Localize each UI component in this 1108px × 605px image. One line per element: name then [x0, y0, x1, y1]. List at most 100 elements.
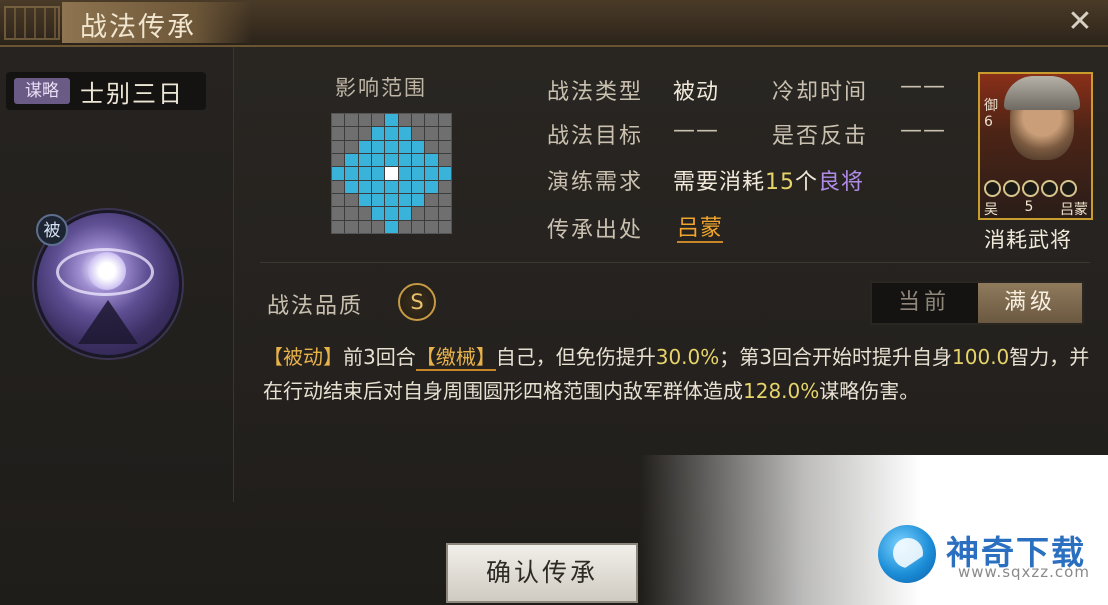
range-cell — [425, 220, 438, 233]
desc-part1: 前3回合 — [343, 345, 416, 369]
type-label: 战法类型 — [547, 80, 644, 105]
range-cell-affected — [358, 153, 371, 167]
desc-status-link[interactable]: 【缴械】 — [415, 345, 496, 371]
consume-hero-label: 消耗武将 — [984, 228, 1072, 252]
window-title: 战法传承 — [80, 12, 196, 43]
drill-grade: 良将 — [818, 170, 865, 195]
type-value: 被动 — [673, 80, 720, 105]
range-cell — [332, 140, 345, 153]
desc-tag: 【被动】 — [263, 345, 343, 369]
range-cell-affected — [358, 167, 371, 180]
range-cell — [411, 220, 425, 233]
cooldown-value: —— — [900, 74, 946, 99]
tab-max-level[interactable]: 满级 — [978, 283, 1082, 323]
range-cell-affected — [385, 153, 398, 167]
title-ornament — [4, 6, 60, 40]
range-cell — [358, 220, 371, 233]
range-cell-affected — [411, 180, 425, 193]
hero-name: 吕蒙 — [1059, 202, 1088, 218]
range-cell-affected — [411, 153, 425, 167]
range-cell-affected — [411, 140, 425, 153]
range-cell — [371, 220, 385, 233]
range-cell-affected — [371, 153, 385, 167]
range-cell-affected — [358, 140, 371, 153]
passive-badge: 被 — [36, 214, 68, 246]
range-cell-affected — [385, 207, 398, 220]
range-cell — [332, 193, 345, 207]
tab-current[interactable]: 当前 — [872, 283, 976, 323]
range-cell — [332, 180, 345, 193]
quality-label: 战法品质 — [267, 294, 364, 319]
range-cell-affected — [371, 207, 385, 220]
range-cell-affected — [411, 167, 425, 180]
skill-type-badge: 谋略 — [14, 78, 70, 104]
desc-part5: 谋略伤害。 — [819, 379, 920, 403]
desc-value1: 30.0% — [655, 345, 720, 369]
counter-value: —— — [900, 118, 946, 143]
hero-faction: 吴 — [984, 202, 998, 218]
hero-cost: 5 — [1024, 199, 1034, 215]
star-icon — [1060, 180, 1077, 197]
divider — [260, 262, 1090, 263]
range-cell — [438, 220, 451, 233]
star-icon — [984, 180, 1001, 197]
confirm-inherit-button[interactable]: 确认传承 — [446, 543, 638, 603]
range-cell — [345, 140, 358, 153]
range-cell-affected — [398, 140, 411, 153]
range-cell-affected — [371, 140, 385, 153]
range-cell-affected — [385, 127, 398, 140]
skill-description: 【被动】前3回合【缴械】自己，但免伤提升30.0%；第3回合开始时提升自身100… — [263, 340, 1103, 408]
source-hero-link[interactable]: 吕蒙 — [677, 216, 724, 243]
star-icon — [1041, 180, 1058, 197]
range-cell-affected — [425, 167, 438, 180]
range-cell — [345, 193, 358, 207]
range-cell — [332, 127, 345, 140]
hero-info: 吴 5 吕蒙 — [984, 199, 1088, 219]
range-cell — [332, 114, 345, 127]
range-cell — [332, 220, 345, 233]
range-cell — [425, 193, 438, 207]
star-icon — [1022, 180, 1039, 197]
range-cell — [438, 127, 451, 140]
range-cell-affected — [345, 180, 358, 193]
source-link[interactable]: 吕蒙 — [677, 210, 724, 243]
range-cell — [358, 114, 371, 127]
desc-part2: 自己，但免伤提升 — [495, 345, 656, 369]
drill-unit: 个 — [795, 170, 819, 195]
range-cell-affected — [398, 167, 411, 180]
range-cell — [425, 140, 438, 153]
range-cell-affected — [345, 167, 358, 180]
range-cell-affected — [398, 193, 411, 207]
cooldown-label: 冷却时间 — [772, 80, 869, 105]
range-cell-affected — [398, 153, 411, 167]
range-cell-affected — [358, 180, 371, 193]
range-cell-affected — [398, 180, 411, 193]
range-cell — [345, 127, 358, 140]
range-cell-affected — [332, 167, 345, 180]
drill-label: 演练需求 — [547, 170, 644, 195]
range-cell-self — [385, 167, 398, 180]
range-cell — [438, 114, 451, 127]
range-cell-affected — [358, 193, 371, 207]
range-cell — [371, 114, 385, 127]
range-cell-affected — [411, 193, 425, 207]
range-cell — [345, 220, 358, 233]
range-cell-affected — [438, 167, 451, 180]
range-cell-affected — [371, 127, 385, 140]
range-cell — [438, 207, 451, 220]
range-cell — [332, 207, 345, 220]
watermark-url: www.sqxzz.com — [958, 563, 1090, 581]
range-cell — [411, 114, 425, 127]
range-cell — [425, 127, 438, 140]
range-cell-affected — [398, 207, 411, 220]
range-cell — [398, 220, 411, 233]
star-icon — [1003, 180, 1020, 197]
drill-count: 15 — [765, 170, 796, 195]
eye-pupil — [88, 252, 126, 290]
range-cell-affected — [398, 127, 411, 140]
range-cell-affected — [385, 140, 398, 153]
target-value: —— — [673, 118, 719, 143]
close-icon[interactable]: ✕ — [1064, 6, 1096, 38]
range-cell — [438, 180, 451, 193]
range-cell — [345, 114, 358, 127]
